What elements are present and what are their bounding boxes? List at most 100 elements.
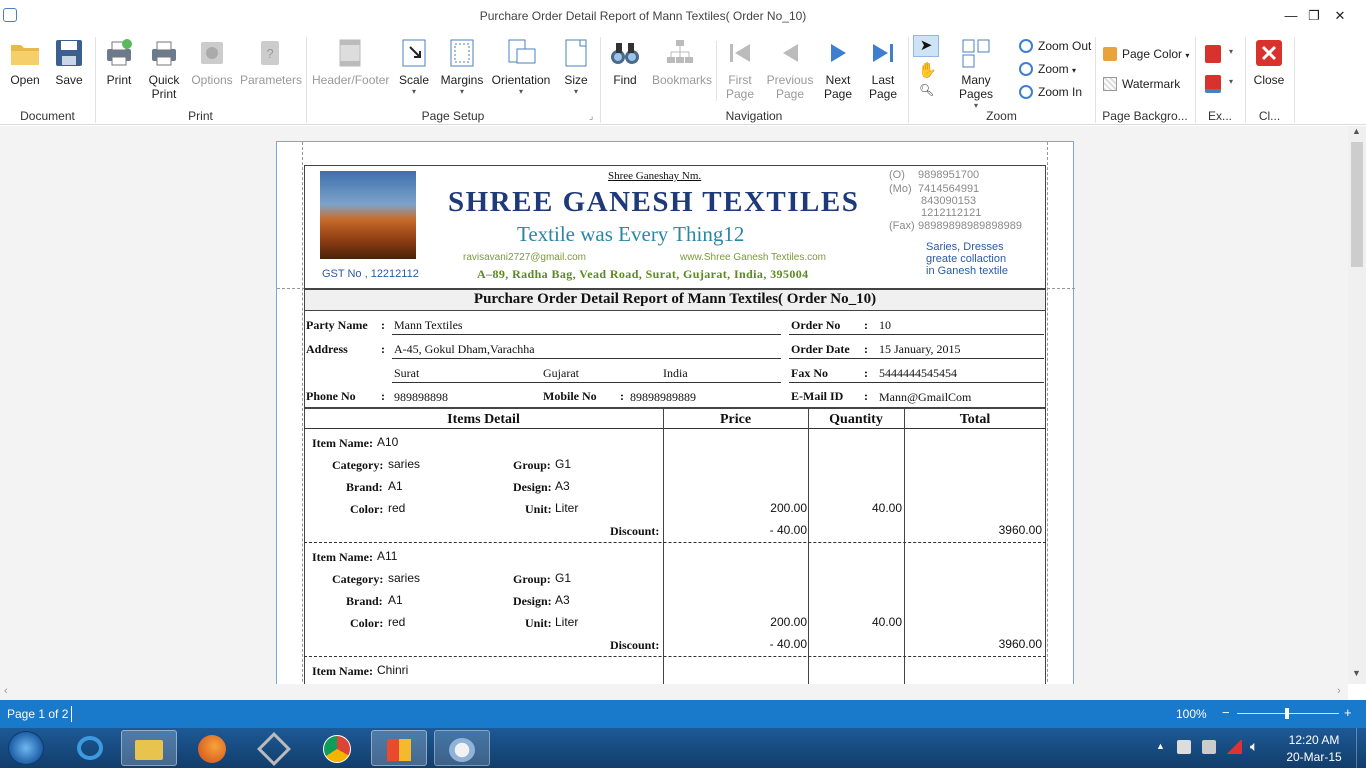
margins-label: Margins <box>440 73 484 87</box>
company-logo-image <box>320 171 416 259</box>
size-button[interactable]: Size ▾ <box>560 37 592 96</box>
previous-page-icon <box>783 44 798 62</box>
category-label: Category: <box>332 458 384 472</box>
header-footer-button[interactable]: Header/Footer <box>312 37 389 87</box>
find-button[interactable]: Find <box>607 37 643 87</box>
margins-button[interactable]: Margins ▾ <box>440 37 484 96</box>
zoom-slider-thumb[interactable] <box>1285 708 1289 719</box>
close-window-button[interactable]: ✕ <box>1326 6 1354 26</box>
watermark-icon <box>1103 77 1117 91</box>
company-name: SHREE GANESH TEXTILES <box>448 186 860 218</box>
zoom-in-button[interactable]: Zoom In <box>1019 85 1082 99</box>
signal-icon[interactable] <box>1226 740 1242 754</box>
item-total: 3960.00 <box>998 637 1042 651</box>
preview-area[interactable]: GST No , 12212112 Shree Ganeshay Nm. SHR… <box>0 126 1348 684</box>
scale-button[interactable]: Scale ▾ <box>396 37 432 96</box>
open-button[interactable]: Open <box>6 37 44 87</box>
volume-icon[interactable]: 🔈︎ <box>1250 738 1258 755</box>
party-fax: 5444444545454 <box>879 366 957 380</box>
party-state: Gujarat <box>543 366 579 380</box>
first-page-button[interactable]: First Page <box>722 37 758 101</box>
file-explorer-icon[interactable] <box>121 730 177 766</box>
many-pages-icon <box>962 39 990 68</box>
vertical-scroll-thumb[interactable] <box>1351 142 1363 267</box>
chevron-down-icon[interactable]: ▾ <box>1229 47 1233 56</box>
horizontal-scrollbar[interactable]: ‹ › <box>0 684 1348 700</box>
export-pdf-icon[interactable] <box>1205 45 1221 63</box>
company-website: www.Shree Ganesh Textiles.com <box>680 252 826 263</box>
order-date: 15 January, 2015 <box>879 342 961 356</box>
report-app-icon[interactable] <box>371 730 427 766</box>
page-color-button[interactable]: Page Color ▾ <box>1103 47 1189 61</box>
group-label-print: Print <box>188 109 213 123</box>
paint-icon[interactable] <box>434 730 490 766</box>
phone-mobile-2: 843090153 <box>921 195 977 207</box>
send-pdf-icon[interactable] <box>1205 75 1221 93</box>
phone-office-label: (O) <box>889 169 905 181</box>
hand-tool-icon[interactable]: ✋ <box>918 61 937 79</box>
bookmarks-button[interactable]: Bookmarks <box>652 37 712 87</box>
item-brand: A1 <box>388 593 403 607</box>
zoom-out-button[interactable]: Zoom Out <box>1019 39 1091 53</box>
zoom-plus-button[interactable]: + <box>1344 705 1352 720</box>
scroll-left-icon[interactable]: ‹ <box>4 685 8 697</box>
save-button[interactable]: Save <box>51 37 87 87</box>
action-center-icon[interactable] <box>1177 740 1191 754</box>
slogan-line-2: greate collaction <box>926 253 1007 265</box>
quick-printer-icon <box>152 41 176 66</box>
internet-explorer-icon[interactable] <box>62 730 118 766</box>
zoom-minus-button[interactable]: − <box>1222 705 1230 720</box>
next-page-button[interactable]: Next Page <box>820 37 856 101</box>
orientation-icon <box>508 39 536 64</box>
zoom-in-icon <box>1019 85 1033 99</box>
column-header-items-detail: Items Detail <box>447 412 520 427</box>
first-page-label-2: Page <box>725 87 755 101</box>
previous-page-button[interactable]: Previous Page <box>766 37 814 101</box>
print-button[interactable]: Print <box>101 37 137 87</box>
discount-label: Discount: <box>610 524 660 538</box>
zoom-slider[interactable] <box>1237 708 1339 719</box>
vertical-scrollbar[interactable]: ▲ ▼ <box>1348 126 1366 684</box>
chevron-down-icon[interactable]: ▾ <box>1229 77 1233 86</box>
clock-date[interactable]: 20-Mar-15 <box>1276 750 1352 764</box>
scroll-down-icon[interactable]: ▼ <box>1352 668 1361 678</box>
group-label: Group: <box>513 572 551 586</box>
firefox-icon[interactable] <box>184 730 240 766</box>
magnifier-tool-icon[interactable]: 🔍︎ <box>919 83 934 97</box>
show-hidden-icons-icon[interactable]: ▲ <box>1156 741 1165 751</box>
gst-number: GST No , 12212112 <box>322 268 419 280</box>
chevron-down-icon: ▾ <box>573 87 578 96</box>
scale-label: Scale <box>398 73 430 87</box>
pointer-tool-icon[interactable]: ➤ <box>913 35 939 57</box>
report-title: Purchare Order Detail Report of Mann Tex… <box>473 291 877 307</box>
scroll-up-icon[interactable]: ▲ <box>1352 126 1361 136</box>
scroll-right-icon[interactable]: › <box>1337 685 1341 697</box>
restore-button[interactable]: ❐ <box>1300 6 1328 26</box>
zoom-dropdown-button[interactable]: Zoom ▾ <box>1019 62 1076 76</box>
tools-icon[interactable] <box>246 730 302 766</box>
close-preview-button[interactable]: Close <box>1251 37 1287 87</box>
parameters-label: Parameters <box>240 73 303 87</box>
party-mobile: 89898989889 <box>630 390 696 404</box>
item-unit: Liter <box>555 501 579 515</box>
many-pages-button[interactable]: Many Pages ▾ <box>944 37 1008 110</box>
item-color: red <box>388 501 406 515</box>
quick-print-button[interactable]: Quick Print <box>144 37 184 101</box>
clock-time[interactable]: 12:20 AM <box>1276 733 1352 747</box>
chrome-icon[interactable] <box>309 730 365 766</box>
start-button[interactable] <box>8 731 44 765</box>
colon: : <box>864 366 868 380</box>
quick-print-label-2: Print <box>151 87 177 101</box>
parameters-button[interactable]: ? Parameters <box>240 37 303 87</box>
options-button[interactable]: Options <box>190 37 234 87</box>
watermark-button[interactable]: Watermark <box>1103 77 1180 91</box>
colon: : <box>620 389 624 403</box>
last-page-button[interactable]: Last Page <box>865 37 901 101</box>
chevron-down-icon: ▾ <box>518 87 523 96</box>
network-icon[interactable] <box>1202 740 1216 754</box>
column-header-total: Total <box>959 412 991 427</box>
margin-guide-left <box>302 142 303 684</box>
orientation-button[interactable]: Orientation ▾ <box>491 37 551 96</box>
show-desktop-button[interactable] <box>1356 728 1366 768</box>
ribbon: Open Save Document Print Quick Print Opt… <box>0 31 1366 125</box>
